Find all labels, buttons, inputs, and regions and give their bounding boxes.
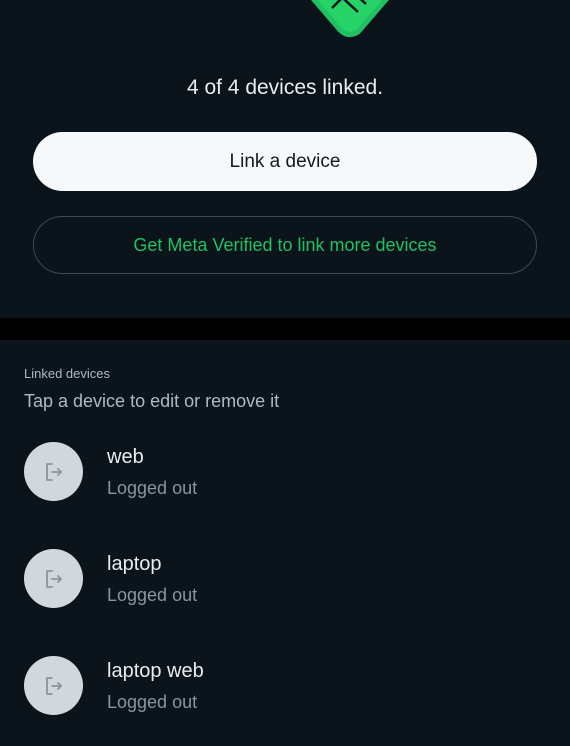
- device-avatar: [24, 656, 83, 715]
- device-name: web: [107, 446, 144, 468]
- logout-icon: [45, 676, 62, 695]
- device-item-web[interactable]: web Logged out: [0, 442, 570, 532]
- device-status: Logged out: [107, 585, 198, 605]
- device-status: Logged out: [107, 692, 198, 712]
- logout-icon: [45, 462, 62, 481]
- device-name: laptop: [107, 553, 162, 575]
- link-devices-header-section: 4 of 4 devices linked. Link a device Get…: [0, 0, 570, 318]
- device-status: Logged out: [107, 478, 198, 498]
- device-name: laptop web: [107, 660, 204, 682]
- get-meta-verified-button[interactable]: Get Meta Verified to link more devices: [33, 216, 537, 274]
- linked-devices-header: Linked devices: [24, 366, 110, 381]
- device-avatar: [24, 442, 83, 501]
- linked-devices-section: Linked devices Tap a device to edit or r…: [0, 340, 570, 715]
- device-avatar: [24, 549, 83, 608]
- link-device-button[interactable]: Link a device: [33, 132, 537, 191]
- section-divider: [0, 318, 570, 340]
- device-item-laptop[interactable]: laptop Logged out: [0, 549, 570, 639]
- devices-linked-count: 4 of 4 devices linked.: [186, 76, 384, 99]
- device-item-laptop-web[interactable]: laptop web Logged out: [0, 656, 570, 746]
- linked-devices-subheader: Tap a device to edit or remove it: [24, 391, 280, 411]
- linked-devices-illustration: [310, 0, 389, 38]
- logout-icon: [45, 569, 62, 588]
